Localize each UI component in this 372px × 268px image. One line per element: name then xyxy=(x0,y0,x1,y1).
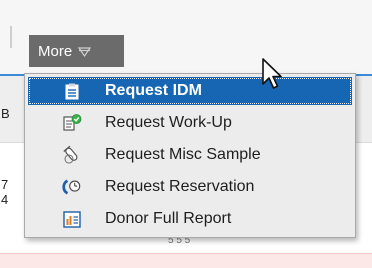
chevron-down-icon xyxy=(78,45,92,58)
row-label: B xyxy=(1,106,10,121)
more-dropdown-menu: Request IDM Request Work-Up Request Misc… xyxy=(24,73,356,238)
menu-item-label: Request Work-Up xyxy=(105,114,232,131)
menu-item-label: Request IDM xyxy=(105,82,202,99)
mouse-pointer-icon xyxy=(261,57,285,93)
toolbar-separator xyxy=(10,26,12,48)
row-value: 4 xyxy=(1,192,9,207)
reservation-clock-icon xyxy=(62,177,82,197)
menu-item-request-misc-sample[interactable]: Request Misc Sample xyxy=(28,141,352,169)
report-chart-icon xyxy=(62,209,82,229)
more-button[interactable]: More xyxy=(29,35,124,67)
menu-item-request-reservation[interactable]: Request Reservation xyxy=(28,173,352,201)
menu-item-donor-full-report[interactable]: Donor Full Report xyxy=(28,205,352,233)
more-button-label: More xyxy=(38,42,73,60)
menu-item-request-idm[interactable]: Request IDM xyxy=(28,77,352,105)
clipboard-icon xyxy=(62,81,82,101)
menu-item-label: Request Misc Sample xyxy=(105,146,261,163)
menu-item-label: Request Reservation xyxy=(105,178,255,195)
workup-request-icon xyxy=(62,113,82,133)
menu-item-label: Donor Full Report xyxy=(105,210,232,227)
menu-item-request-work-up[interactable]: Request Work-Up xyxy=(28,109,352,137)
sample-tube-icon xyxy=(62,145,82,165)
table-row xyxy=(0,253,372,268)
row-value: 7 xyxy=(1,177,9,192)
